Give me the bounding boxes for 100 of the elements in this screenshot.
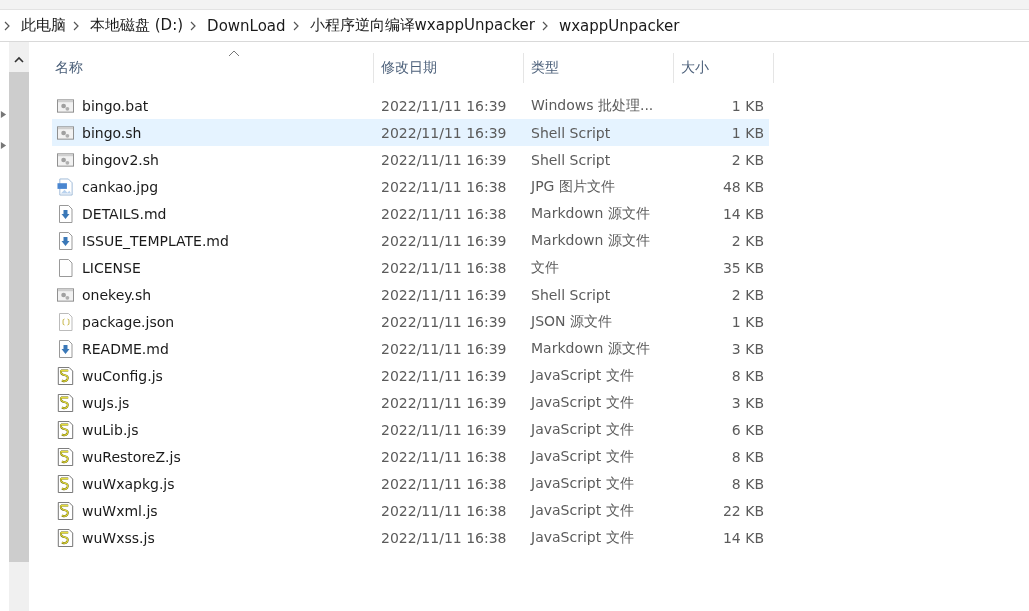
script-file-icon	[57, 474, 74, 493]
type-cell-text: 文件	[530, 258, 560, 277]
type-cell-text: Shell Script	[530, 151, 612, 168]
script-file-icon	[57, 393, 74, 412]
date-cell-text: 2022/11/11 16:39	[380, 394, 508, 411]
file-name: LICENSE	[82, 259, 141, 276]
chevron-icon[interactable]	[291, 19, 300, 32]
date-cell-text: 2022/11/11 16:39	[380, 151, 508, 168]
file-name: bingo.sh	[82, 124, 142, 141]
chevron-icon[interactable]	[3, 19, 11, 32]
file-row[interactable]: bingo.sh 2022/11/11 16:39 Shell Script 1 KB	[52, 119, 769, 146]
date-cell-text: 2022/11/11 16:38	[380, 529, 508, 546]
script-file-icon	[57, 528, 74, 547]
size-cell-text: 8 KB	[730, 448, 765, 465]
size-cell-text: 14 KB	[721, 529, 765, 546]
type-cell-text: Markdown 源文件	[530, 231, 651, 250]
size-cell-text: 3 KB	[730, 394, 765, 411]
file-row[interactable]: wuRestoreZ.js 2022/11/11 16:38 JavaScript 文件 8 KB	[52, 443, 769, 470]
date-cell-text: 2022/11/11 16:39	[380, 340, 508, 357]
date-cell-text: 2022/11/11 16:38	[380, 502, 508, 519]
script-file-icon	[57, 420, 74, 439]
column-header[interactable]: 名称	[52, 53, 374, 83]
script-file-icon	[57, 447, 74, 466]
file-row[interactable]: LICENSE 2022/11/11 16:38 文件 35 KB	[52, 254, 769, 281]
type-cell-text: JavaScript 文件	[529, 501, 635, 520]
date-cell-text: 2022/11/11 16:39	[380, 313, 508, 330]
image-file-icon	[57, 177, 74, 196]
type-cell-text: JavaScript 文件	[529, 447, 635, 466]
size-cell-text: 2 KB	[730, 232, 765, 249]
file-row[interactable]: wuLib.js 2022/11/11 16:39 JavaScript 文件 6 KB	[52, 416, 769, 443]
type-cell-text: JPG 图片文件	[529, 177, 616, 196]
breadcrumb-item[interactable]: 小程序逆向编译wxappUnpacker	[309, 16, 535, 35]
file-row[interactable]: bingo.bat 2022/11/11 16:39 Windows 批处理... 1 KB	[52, 92, 769, 119]
date-cell-text: 2022/11/11 16:39	[380, 97, 508, 114]
file-row[interactable]: package.json 2022/11/11 16:39 JSON 源文件 1 KB	[52, 308, 769, 335]
type-cell-text: Shell Script	[530, 124, 612, 141]
size-cell-text: 35 KB	[721, 259, 765, 276]
expand-arrow-icon[interactable]	[0, 110, 7, 119]
file-name: wuConfig.js	[82, 367, 163, 384]
type-cell-text: JSON 源文件	[529, 312, 613, 331]
document-arrow-icon	[57, 339, 74, 358]
size-cell-text: 2 KB	[730, 286, 765, 303]
date-cell-text: 2022/11/11 16:39	[380, 286, 508, 303]
size-cell-text: 48 KB	[721, 178, 765, 195]
file-row[interactable]: wuWxss.js 2022/11/11 16:38 JavaScript 文件 14 KB	[52, 524, 769, 551]
file-name: wuWxss.js	[82, 529, 155, 546]
file-row[interactable]: onekey.sh 2022/11/11 16:39 Shell Script 2 KB	[52, 281, 769, 308]
file-name: bingov2.sh	[82, 151, 159, 168]
file-row[interactable]: wuJs.js 2022/11/11 16:39 JavaScript 文件 3 KB	[52, 389, 769, 416]
file-row[interactable]: wuConfig.js 2022/11/11 16:39 JavaScript 文件 8 KB	[52, 362, 769, 389]
type-cell-text: JavaScript 文件	[529, 393, 635, 412]
date-cell-text: 2022/11/11 16:38	[380, 475, 508, 492]
file-name: bingo.bat	[82, 97, 149, 114]
file-name: wuWxapkg.js	[82, 475, 175, 492]
scroll-up-icon[interactable]	[13, 56, 25, 64]
breadcrumb-item[interactable]: DownLoad	[207, 16, 286, 35]
document-arrow-icon	[57, 204, 74, 223]
chevron-icon[interactable]	[189, 19, 198, 32]
chevron-icon[interactable]	[72, 19, 80, 32]
blank-file-icon	[57, 258, 74, 277]
file-name: wuLib.js	[82, 421, 139, 438]
file-row[interactable]: ISSUE_TEMPLATE.md 2022/11/11 16:39 Markdown 源文件 2 KB	[52, 227, 769, 254]
column-header[interactable]: 大小	[674, 53, 774, 83]
size-cell-text: 1 KB	[730, 124, 765, 141]
breadcrumb-item[interactable]: wxappUnpacker	[558, 16, 680, 35]
type-cell-text: Markdown 源文件	[530, 204, 651, 223]
date-cell-text: 2022/11/11 16:39	[380, 232, 508, 249]
expand-arrow-icon[interactable]	[0, 141, 7, 150]
document-arrow-icon	[57, 231, 74, 250]
date-cell-text: 2022/11/11 16:39	[380, 421, 508, 438]
size-cell-text: 1 KB	[730, 97, 765, 114]
breadcrumb-item[interactable]: 此电脑	[21, 16, 66, 35]
chevron-icon[interactable]	[540, 19, 549, 32]
file-name: onekey.sh	[82, 286, 152, 303]
date-cell-text: 2022/11/11 16:38	[380, 178, 508, 195]
column-header[interactable]: 类型	[524, 53, 674, 83]
braces-file-icon	[57, 312, 74, 331]
date-cell-text: 2022/11/11 16:38	[380, 448, 508, 465]
file-row[interactable]: bingov2.sh 2022/11/11 16:39 Shell Script 2 KB	[52, 146, 769, 173]
gear-file-icon	[57, 150, 74, 169]
sort-caret-icon	[228, 50, 240, 57]
file-row[interactable]: wuWxml.js 2022/11/11 16:38 JavaScript 文件 22 KB	[52, 497, 769, 524]
type-cell-text: Windows 批处理...	[530, 96, 655, 115]
file-row[interactable]: DETAILS.md 2022/11/11 16:38 Markdown 源文件 14 KB	[52, 200, 769, 227]
type-cell-text: JavaScript 文件	[529, 528, 635, 547]
breadcrumb-item[interactable]: 本地磁盘 (D:)	[90, 16, 184, 35]
address-bar[interactable]: 此电脑 本地磁盘 (D:) DownLoad 小程序逆向编译wxappUnpacker wxappUnpacker	[0, 10, 1029, 42]
file-row[interactable]: wuWxapkg.js 2022/11/11 16:38 JavaScript 文件 8 KB	[52, 470, 769, 497]
size-cell-text: 3 KB	[730, 340, 765, 357]
column-header[interactable]: 修改日期	[374, 53, 524, 83]
script-file-icon	[57, 366, 74, 385]
file-name: DETAILS.md	[82, 205, 167, 222]
date-cell-text: 2022/11/11 16:38	[380, 259, 508, 276]
file-name: package.json	[82, 313, 175, 330]
file-name: wuWxml.js	[82, 502, 158, 519]
file-row[interactable]: README.md 2022/11/11 16:39 Markdown 源文件 3 KB	[52, 335, 769, 362]
type-cell-text: Shell Script	[530, 286, 612, 303]
file-row[interactable]: cankao.jpg 2022/11/11 16:38 JPG 图片文件 48 KB	[52, 173, 769, 200]
file-name: wuJs.js	[82, 394, 130, 411]
file-name: cankao.jpg	[82, 178, 159, 195]
